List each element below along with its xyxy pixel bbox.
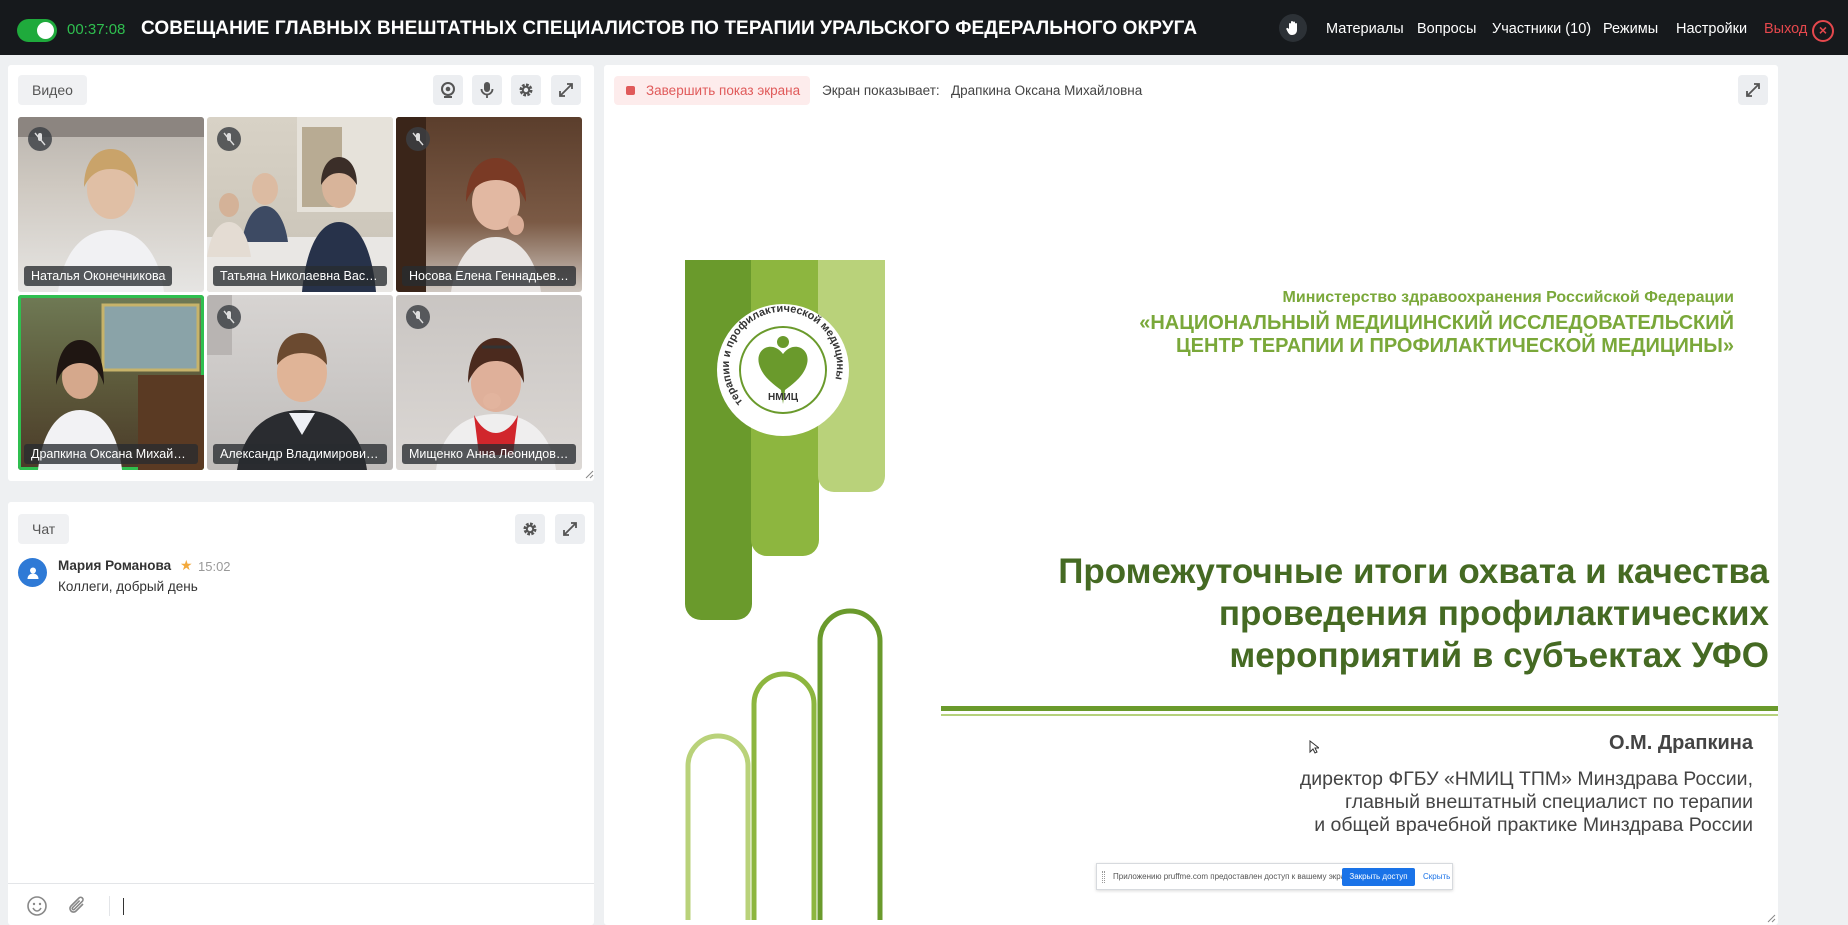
presentation-slide: НМИЦ терапии и профилактической медицины… xyxy=(685,186,1778,920)
slide-title-line1: Промежуточные итоги охвата и качества xyxy=(1058,552,1769,591)
slide-center-name-line1: «НАЦИОНАЛЬНЫЙ МЕДИЦИНСКИЙ ИССЛЕДОВАТЕЛЬС… xyxy=(1139,312,1734,334)
video-expand-button[interactable] xyxy=(551,75,581,105)
session-timer: 00:37:08 xyxy=(67,21,126,38)
microphone-off-icon xyxy=(34,132,46,146)
microphone-button[interactable] xyxy=(472,75,502,105)
close-icon[interactable]: × xyxy=(1812,20,1834,42)
participant-name: Александр Владимирович ... xyxy=(213,444,387,464)
drag-handle[interactable] xyxy=(1102,871,1105,883)
nmic-logo: НМИЦ терапии и профилактической медицины xyxy=(717,303,849,436)
microphone-off-icon xyxy=(223,132,235,146)
participant-name: Носова Елена Геннадьевна xyxy=(402,266,576,286)
mic-muted-indicator xyxy=(406,127,430,151)
top-bar: 00:37:08 СОВЕЩАНИЕ ГЛАВНЫХ ВНЕШТАТНЫХ СП… xyxy=(0,0,1848,55)
microphone-off-icon xyxy=(412,132,424,146)
microphone-icon xyxy=(480,82,494,98)
expand-icon xyxy=(1746,83,1760,97)
slide-divider xyxy=(941,706,1778,711)
hand-icon xyxy=(1286,21,1297,35)
slide-author-position-line2: главный внештатный специалист по терапии xyxy=(1345,791,1753,813)
slide-title-line3: мероприятий в субъектах УФО xyxy=(1229,636,1769,675)
slide-center-name: «НАЦИОНАЛЬНЫЙ МЕДИЦИНСКИЙ ИССЛЕДОВАТЕЛЬС… xyxy=(1139,312,1734,358)
video-tile[interactable]: Александр Владимирович ... xyxy=(207,295,393,470)
chat-input-field[interactable] xyxy=(123,898,124,915)
video-tile[interactable]: Татьяна Николаевна Васил... xyxy=(207,117,393,292)
gear-icon xyxy=(519,83,533,97)
logo-abbreviation: НМИЦ xyxy=(768,392,799,403)
message-author: Мария Романова xyxy=(58,558,172,573)
slide-author-position-line3: и общей врачебной практике Минздрава Рос… xyxy=(1314,814,1753,836)
chat-input-bar xyxy=(8,883,594,925)
nav-questions[interactable]: Вопросы xyxy=(1417,21,1476,37)
webcam-icon xyxy=(441,82,455,98)
screen-presenter-label: Экран показывает: xyxy=(822,83,940,98)
participant-name: Татьяна Николаевна Васил... xyxy=(213,266,387,286)
slide-author: О.М. Драпкина xyxy=(1608,732,1753,754)
nav-materials[interactable]: Материалы xyxy=(1326,21,1404,37)
raise-hand-button[interactable] xyxy=(1279,14,1307,42)
mic-muted-indicator xyxy=(217,305,241,329)
slide-center-name-line2: ЦЕНТР ТЕРАПИИ И ПРОФИЛАКТИЧЕСКОЙ МЕДИЦИН… xyxy=(1176,335,1734,357)
slide-ministry: Министерство здравоохранения Российской … xyxy=(1282,289,1734,306)
stream-toggle[interactable] xyxy=(17,19,57,42)
video-tile-active[interactable]: Драпкина Оксана Михайло... xyxy=(18,295,204,470)
camera-button[interactable] xyxy=(433,75,463,105)
paperclip-icon[interactable] xyxy=(66,895,88,917)
slide-title-line2: проведения профилактических xyxy=(1218,594,1769,633)
mic-muted-indicator xyxy=(406,305,430,329)
video-tile[interactable]: Наталья Оконечникова xyxy=(18,117,204,292)
slide-title: Промежуточные итоги охвата и качества пр… xyxy=(1058,551,1769,677)
slide-divider-thin xyxy=(941,714,1778,716)
mic-muted-indicator xyxy=(28,127,52,151)
mic-muted-indicator xyxy=(217,127,241,151)
video-panel-label: Видео xyxy=(18,75,87,105)
video-tile[interactable]: Мищенко Анна Леонидовна xyxy=(396,295,582,470)
stop-screen-share-button[interactable]: Завершить показ экрана xyxy=(614,76,811,105)
screen-access-text: Приложению pruffme.com предоставлен дост… xyxy=(1113,872,1356,881)
video-tile[interactable]: Носова Елена Геннадьевна xyxy=(396,117,582,292)
message-time: 15:02 xyxy=(198,559,231,574)
microphone-off-icon xyxy=(223,310,235,324)
screen-share-panel: Завершить показ экрана Экран показывает:… xyxy=(604,65,1778,925)
screen-expand-button[interactable] xyxy=(1738,75,1768,105)
chat-panel-label: Чат xyxy=(18,514,70,544)
slide-author-position-line1: директор ФГБУ «НМИЦ ТПМ» Минздрава Росси… xyxy=(1299,768,1753,790)
chat-expand-button[interactable] xyxy=(555,514,585,544)
stop-access-button[interactable]: Закрыть доступ xyxy=(1342,868,1415,886)
screen-access-notification: Приложению pruffme.com предоставлен дост… xyxy=(1096,863,1453,890)
microphone-off-icon xyxy=(412,310,424,324)
input-divider xyxy=(109,896,110,916)
mouse-cursor-icon xyxy=(1309,740,1319,754)
slide-decoration xyxy=(685,260,885,920)
nav-modes[interactable]: Режимы xyxy=(1603,21,1658,37)
expand-icon xyxy=(559,83,573,97)
resize-handle[interactable] xyxy=(1766,913,1776,923)
star-icon: ★ xyxy=(180,557,193,573)
nav-settings[interactable]: Настройки xyxy=(1676,21,1747,37)
resize-handle[interactable] xyxy=(584,469,594,479)
hide-notification-link[interactable]: Скрыть xyxy=(1423,872,1450,881)
avatar xyxy=(18,558,47,587)
gear-icon xyxy=(523,522,537,536)
slide-author-position: директор ФГБУ «НМИЦ ТПМ» Минздрава Росси… xyxy=(1300,768,1753,837)
screen-presenter-name: Драпкина Оксана Михайловна xyxy=(951,83,1143,98)
chat-panel: Чат Мария Романова ★ 15:02 Коллеги, добр… xyxy=(8,502,594,925)
expand-icon xyxy=(563,522,577,536)
nav-participants[interactable]: Участники (10) xyxy=(1492,21,1591,37)
message-text: Коллеги, добрый день xyxy=(58,579,198,594)
participant-name: Наталья Оконечникова xyxy=(24,266,173,286)
participant-name: Мищенко Анна Леонидовна xyxy=(402,444,576,464)
meeting-title: СОВЕЩАНИЕ ГЛАВНЫХ ВНЕШТАТНЫХ СПЕЦИАЛИСТО… xyxy=(141,18,1198,39)
chat-settings-button[interactable] xyxy=(515,514,545,544)
participant-name: Драпкина Оксана Михайло... xyxy=(24,444,198,464)
video-settings-button[interactable] xyxy=(511,75,541,105)
exit-button[interactable]: Выход xyxy=(1764,21,1807,37)
video-panel: Видео Наталья Оконечникова Татьяна Никол… xyxy=(8,65,594,481)
emoji-icon[interactable] xyxy=(26,895,48,917)
user-icon xyxy=(27,567,38,579)
